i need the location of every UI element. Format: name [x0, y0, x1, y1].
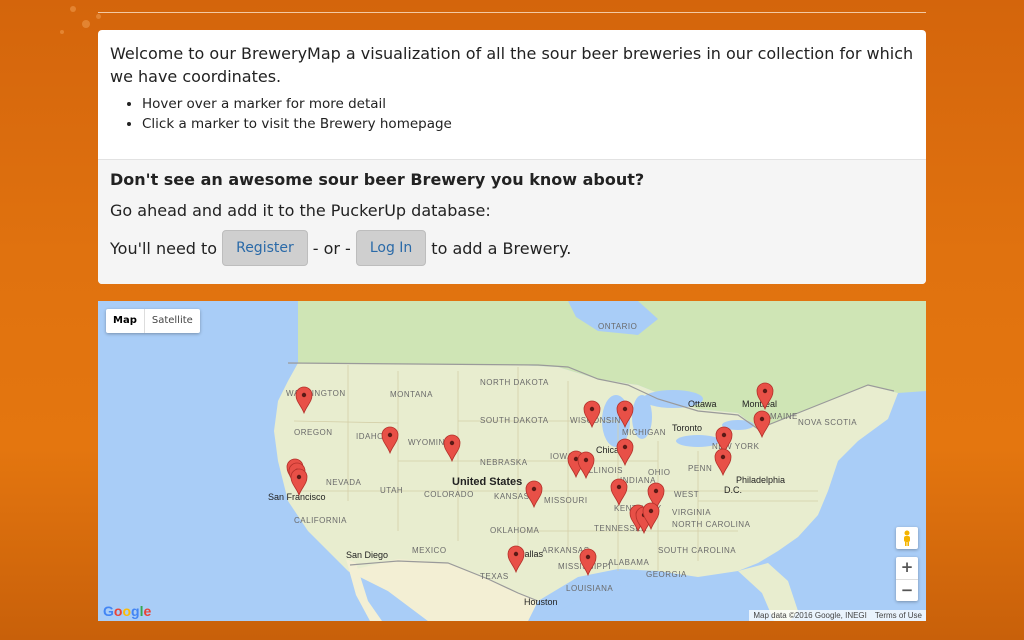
- tip-item: Hover over a marker for more detail: [142, 94, 914, 114]
- register-button[interactable]: Register: [222, 230, 308, 266]
- label-oklahoma: OKLAHOMA: [490, 526, 540, 535]
- label-california: CALIFORNIA: [294, 516, 347, 525]
- label-kansas: KANSAS: [494, 492, 529, 501]
- label-dc: D.C.: [724, 485, 742, 495]
- label-oregon: OREGON: [294, 428, 333, 437]
- intro-section: Welcome to our BreweryMap a visualizatio…: [98, 30, 926, 146]
- header-divider: [98, 12, 926, 13]
- map-canvas[interactable]: ONTARIO WASHINGTON MONTANA NORTH DAKOTA …: [98, 301, 926, 621]
- label-maine: MAINE: [770, 412, 798, 421]
- label-nebraska: NEBRASKA: [480, 458, 528, 467]
- label-san-francisco: San Francisco: [268, 492, 326, 502]
- add-brewery-subline: Go ahead and add it to the PuckerUp data…: [110, 201, 491, 220]
- tips-list: Hover over a marker for more detail Clic…: [110, 94, 914, 134]
- label-south-dakota: SOUTH DAKOTA: [480, 416, 549, 425]
- label-louisiana: LOUISIANA: [566, 584, 613, 593]
- label-south-carolina: SOUTH CAROLINA: [658, 546, 736, 555]
- label-pennsylvania: PENN: [688, 464, 712, 473]
- zoom-control: + −: [896, 557, 918, 601]
- label-north-dakota: NORTH DAKOTA: [480, 378, 549, 387]
- add-brewery-headline: Don't see an awesome sour beer Brewery y…: [110, 170, 645, 189]
- bubble-decoration: [96, 14, 101, 19]
- label-ontario: ONTARIO: [598, 322, 637, 331]
- map-type-satellite-button[interactable]: Satellite: [145, 309, 200, 333]
- label-montana: MONTANA: [390, 390, 433, 399]
- auth-prefix: You'll need to: [110, 238, 218, 258]
- label-montreal: Montreal: [742, 399, 777, 409]
- map-type-control: Map Satellite: [106, 309, 200, 333]
- welcome-text: Welcome to our BreweryMap a visualizatio…: [110, 44, 914, 86]
- tip-item: Click a marker to visit the Brewery home…: [142, 114, 914, 134]
- label-michigan: MICHIGAN: [622, 428, 666, 437]
- brewery-map[interactable]: ONTARIO WASHINGTON MONTANA NORTH DAKOTA …: [98, 301, 926, 621]
- bubble-decoration: [70, 6, 76, 12]
- label-nova-scotia: NOVA SCOTIA: [798, 418, 857, 427]
- label-san-diego: San Diego: [346, 550, 388, 560]
- street-view-pegman-icon[interactable]: [896, 527, 918, 549]
- label-west-virginia: WEST: [674, 490, 699, 499]
- label-virginia: VIRGINIA: [672, 508, 711, 517]
- auth-line: You'll need to Register - or - Log In to…: [110, 230, 914, 266]
- terms-link[interactable]: Terms of Use: [875, 611, 922, 620]
- zoom-out-button[interactable]: −: [896, 580, 918, 602]
- label-georgia: GEORGIA: [646, 570, 687, 579]
- label-north-carolina: NORTH CAROLINA: [672, 520, 751, 529]
- label-ottawa: Ottawa: [688, 399, 717, 409]
- map-attribution: Map data ©2016 Google, INEGI Terms of Us…: [749, 610, 926, 621]
- label-missouri: MISSOURI: [544, 496, 588, 505]
- label-utah: UTAH: [380, 486, 403, 495]
- label-idaho: IDAHO: [356, 432, 384, 441]
- auth-or: - or -: [312, 238, 351, 258]
- label-houston: Houston: [524, 597, 558, 607]
- zoom-in-button[interactable]: +: [896, 557, 918, 580]
- label-texas: TEXAS: [480, 572, 509, 581]
- label-united-states: United States: [452, 476, 522, 488]
- bubble-decoration: [60, 30, 64, 34]
- auth-suffix: to add a Brewery.: [431, 238, 572, 258]
- add-brewery-section: Don't see an awesome sour beer Brewery y…: [98, 159, 926, 284]
- login-button[interactable]: Log In: [355, 230, 427, 266]
- label-philadelphia: Philadelphia: [736, 475, 785, 485]
- label-mexico: MEXICO: [412, 546, 447, 555]
- attribution-text: Map data ©2016 Google, INEGI: [753, 611, 867, 620]
- info-card: Welcome to our BreweryMap a visualizatio…: [98, 30, 926, 284]
- label-washington: WASHINGTON: [286, 389, 346, 398]
- label-toronto: Toronto: [672, 423, 702, 433]
- label-ohio: OHIO: [648, 468, 670, 477]
- label-nevada: NEVADA: [326, 478, 361, 487]
- label-alabama: ALABAMA: [608, 558, 649, 567]
- bubble-decoration: [82, 20, 90, 28]
- map-type-map-button[interactable]: Map: [106, 309, 145, 333]
- google-logo: Google: [103, 603, 152, 619]
- label-colorado: COLORADO: [424, 490, 474, 499]
